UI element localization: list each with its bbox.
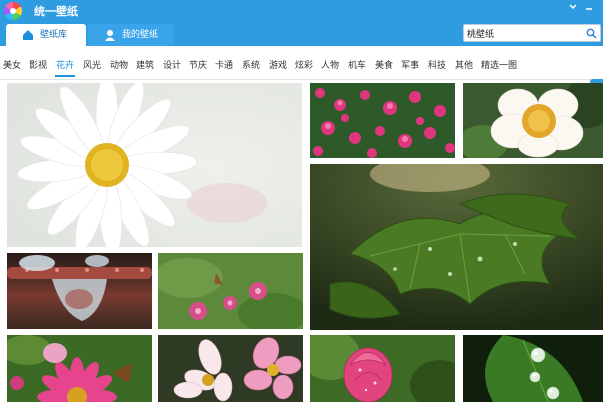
category-item[interactable]: 建筑	[136, 58, 154, 71]
category-item[interactable]: 卡通	[215, 58, 233, 71]
wallpaper-thumbnail[interactable]	[463, 83, 603, 158]
wallpaper-thumbnail[interactable]	[7, 335, 152, 402]
home-icon	[23, 30, 33, 40]
category-item[interactable]: 设计	[163, 58, 181, 71]
category-item[interactable]: 动物	[110, 58, 128, 71]
user-icon	[105, 30, 115, 41]
minimize-icon[interactable]	[582, 2, 596, 15]
wallpaper-thumbnail[interactable]	[158, 253, 303, 329]
app-title: 统一壁纸	[34, 5, 78, 18]
category-item[interactable]: 影视	[29, 58, 47, 71]
category-item[interactable]: 系统	[242, 58, 260, 71]
search-icon[interactable]	[586, 28, 597, 39]
category-item[interactable]: 美女	[3, 58, 21, 71]
category-item[interactable]: 科技	[428, 58, 446, 71]
category-item[interactable]: 炫彩	[295, 58, 313, 71]
category-item[interactable]: 节庆	[189, 58, 207, 71]
tab-my-wallpaper[interactable]: 我的壁纸	[88, 24, 174, 46]
wallpaper-thumbnail[interactable]	[310, 335, 455, 402]
category-item[interactable]: 军事	[401, 58, 419, 71]
category-item[interactable]: 美食	[375, 58, 393, 71]
tab-wallpaper-library[interactable]: 壁纸库	[6, 24, 86, 46]
category-bar: 美女 影视 花卉 风光 动物 建筑 设计 节庆 卡通 系统 游戏 炫彩 人物 机…	[0, 46, 603, 80]
category-item-active[interactable]: 花卉	[56, 58, 74, 71]
app-logo-icon	[4, 2, 22, 20]
tab-label: 壁纸库	[40, 30, 68, 40]
active-category-underline	[55, 75, 75, 77]
wallpaper-thumbnail[interactable]	[158, 335, 303, 402]
tab-label: 我的壁纸	[122, 30, 159, 40]
category-item[interactable]: 风光	[83, 58, 101, 71]
wallpaper-thumbnail[interactable]	[7, 83, 302, 247]
category-item[interactable]: 人物	[321, 58, 339, 71]
category-item[interactable]: 其他	[455, 58, 473, 71]
category-item[interactable]: 精选一图	[481, 58, 517, 71]
search-input[interactable]	[464, 25, 584, 41]
search-box	[463, 24, 601, 42]
wallpaper-thumbnail[interactable]	[310, 83, 455, 158]
menu-icon[interactable]	[566, 2, 580, 15]
category-item[interactable]: 机车	[348, 58, 366, 71]
wallpaper-thumbnail[interactable]	[463, 335, 603, 402]
category-item[interactable]: 游戏	[269, 58, 287, 71]
title-bar: 统一壁纸	[0, 0, 603, 22]
wallpaper-thumbnail[interactable]	[310, 164, 603, 330]
wallpaper-thumbnail[interactable]	[7, 253, 152, 329]
